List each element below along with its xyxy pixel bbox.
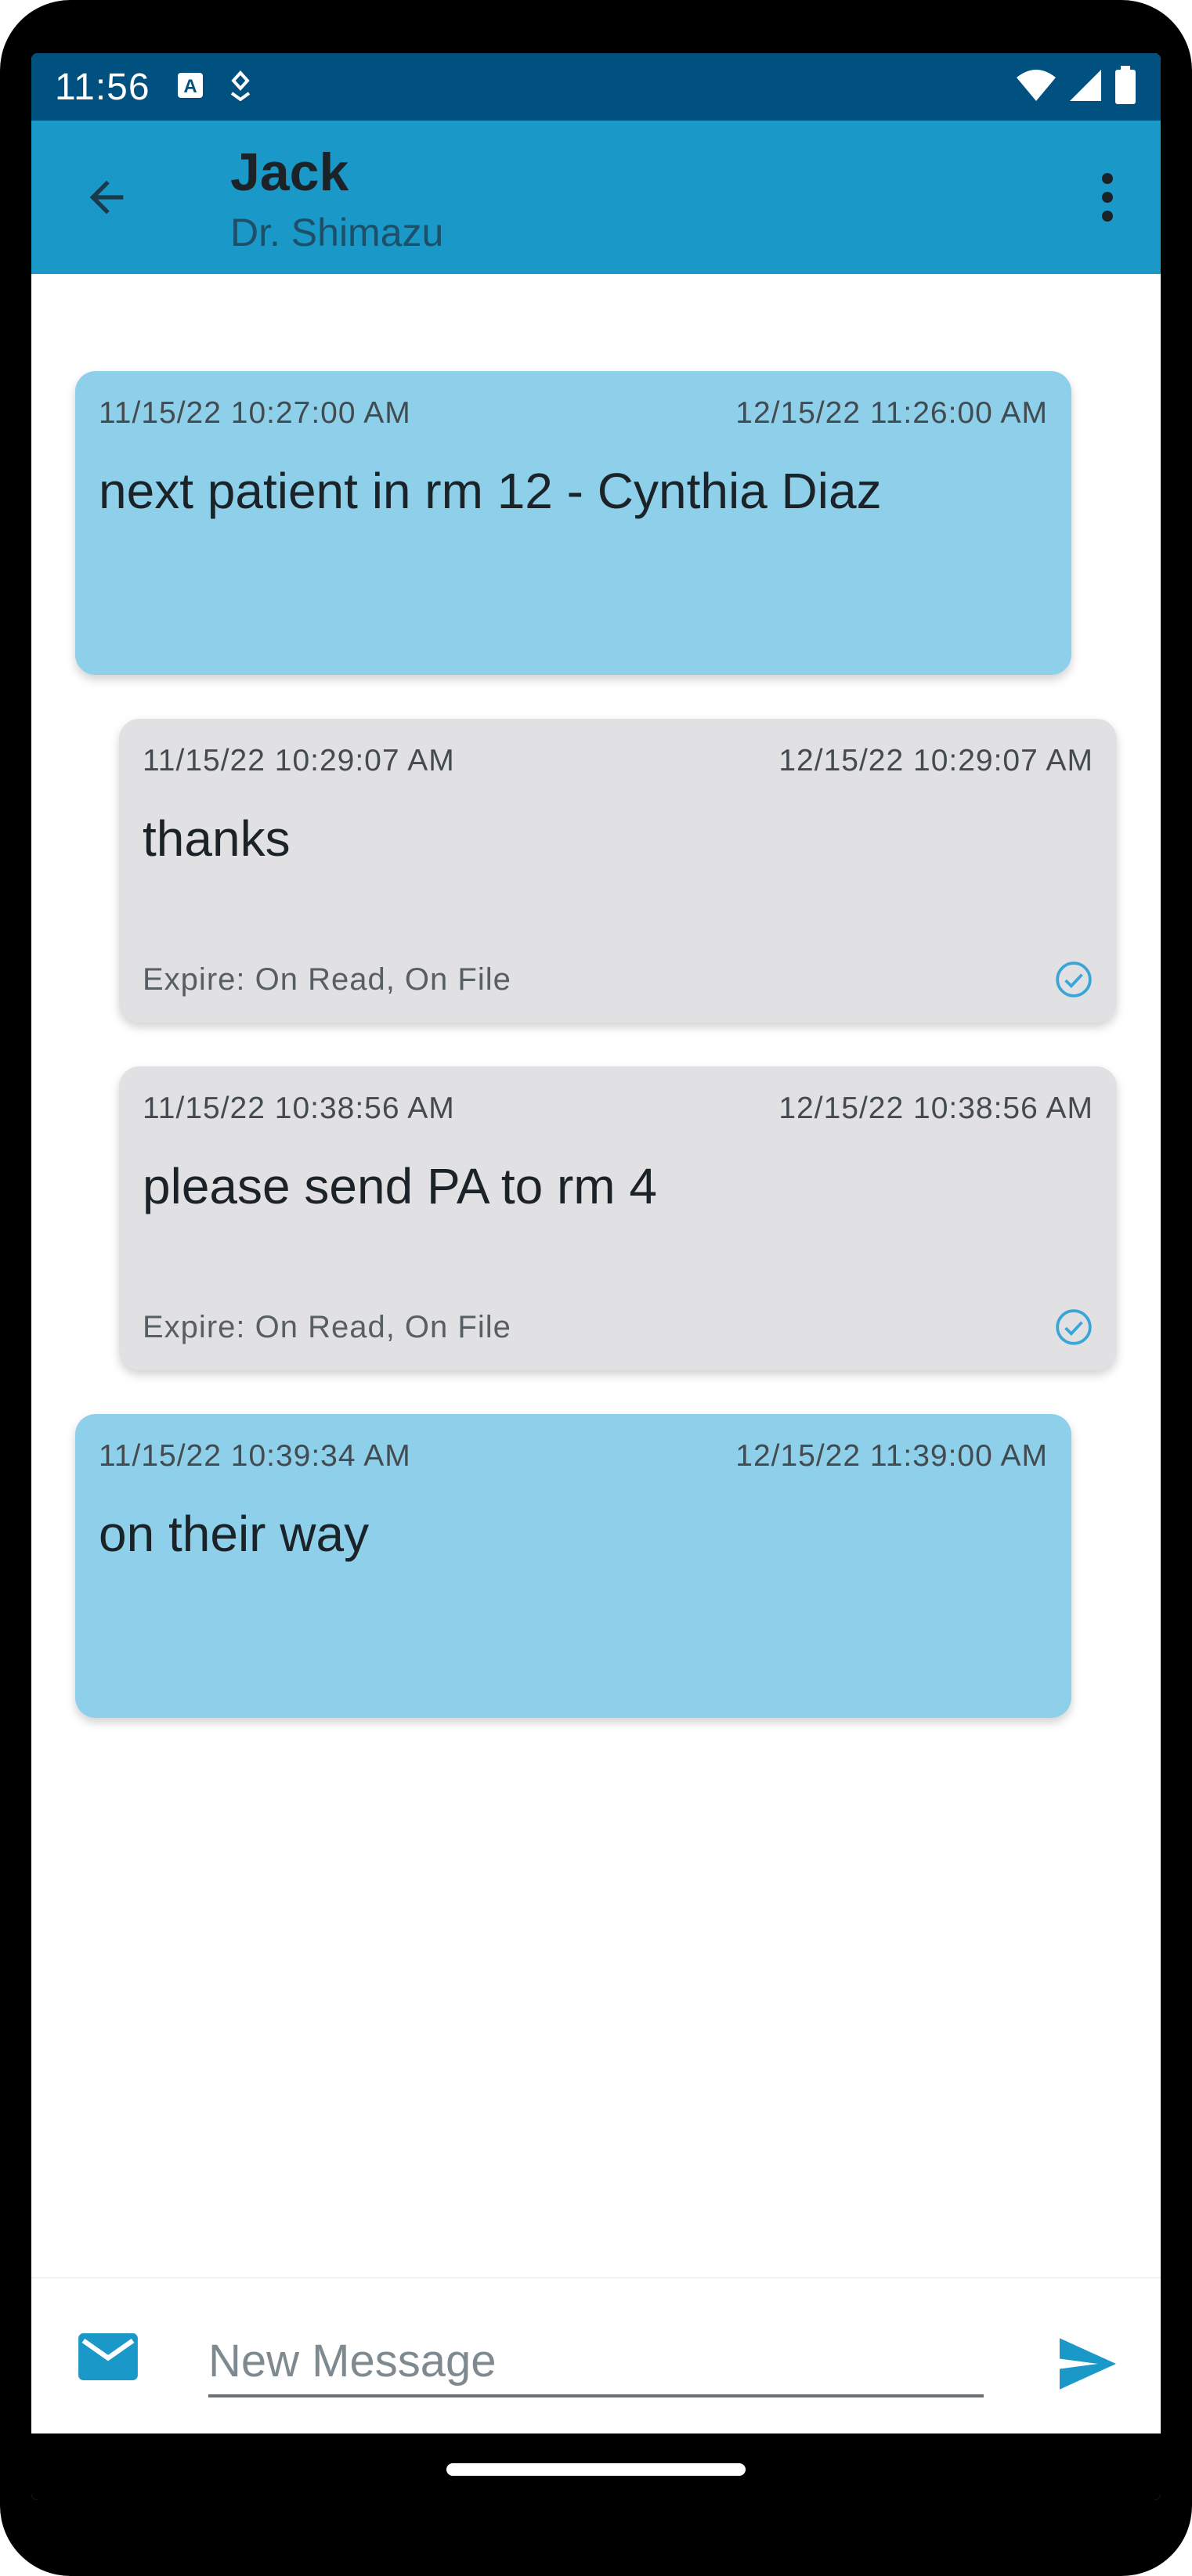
check-circle-icon	[1056, 1309, 1092, 1345]
message-text: thanks	[143, 810, 291, 867]
location-icon	[227, 70, 254, 105]
text-a-icon: A	[177, 72, 204, 103]
dot	[1102, 211, 1113, 222]
message-expire-time: 12/15/22 11:39:00 AM	[735, 1439, 1048, 1473]
dot	[1102, 192, 1113, 203]
message-expire-rule: Expire: On Read, On File	[143, 1309, 511, 1344]
message-bubble-sent[interactable]: 11/15/22 10:27:00 AM 12/15/22 11:26:00 A…	[75, 371, 1071, 675]
contact-name: Jack	[230, 143, 349, 202]
mail-icon[interactable]	[78, 2333, 138, 2384]
new-message-input[interactable]	[208, 2327, 984, 2397]
message-sent-time: 11/15/22 10:39:34 AM	[99, 1439, 411, 1473]
message-expire-time: 12/15/22 10:29:07 AM	[778, 744, 1093, 777]
message-text: on their way	[99, 1506, 370, 1562]
arrow-back-icon	[89, 180, 124, 215]
message-sent-time: 11/15/22 10:29:07 AM	[143, 744, 455, 777]
status-time: 11:56	[55, 66, 150, 108]
phone-frame: 11:56 A Jack Dr. Shimazu 11/15/22 10:27:…	[0, 0, 1192, 2576]
message-bubble-received[interactable]: 11/15/22 10:38:56 AM 12/15/22 10:38:56 A…	[119, 1066, 1117, 1370]
battery-icon	[1114, 65, 1137, 109]
check-circle-icon	[1056, 961, 1092, 998]
status-bar: 11:56 A	[31, 53, 1161, 121]
dot	[1102, 173, 1113, 184]
message-bubble-sent[interactable]: 11/15/22 10:39:34 AM 12/15/22 11:39:00 A…	[75, 1414, 1071, 1718]
contact-subtitle: Dr. Shimazu	[230, 210, 444, 254]
message-text: next patient in rm 12 - Cynthia Diaz	[99, 463, 882, 519]
send-icon	[1060, 2338, 1116, 2390]
message-expire-rule: Expire: On Read, On File	[143, 961, 511, 997]
more-options-button[interactable]	[1084, 164, 1131, 230]
navigation-bar	[31, 2433, 1161, 2500]
screen: 11:56 A Jack Dr. Shimazu 11/15/22 10:27:…	[31, 53, 1161, 2500]
message-text: please send PA to rm 4	[143, 1158, 657, 1214]
compose-bar	[31, 2277, 1161, 2433]
message-sent-time: 11/15/22 10:27:00 AM	[99, 396, 411, 430]
wifi-icon	[1015, 68, 1057, 106]
message-bubble-received[interactable]: 11/15/22 10:29:07 AM 12/15/22 10:29:07 A…	[119, 719, 1117, 1023]
signal-icon	[1068, 68, 1103, 106]
message-expire-time: 12/15/22 11:26:00 AM	[735, 396, 1048, 430]
message-expire-time: 12/15/22 10:38:56 AM	[778, 1091, 1093, 1125]
home-gesture-handle[interactable]	[446, 2463, 746, 2476]
app-bar: Jack Dr. Shimazu	[31, 121, 1161, 274]
svg-text:A: A	[183, 76, 197, 97]
message-sent-time: 11/15/22 10:38:56 AM	[143, 1091, 455, 1125]
send-button[interactable]	[1053, 2329, 1123, 2399]
back-button[interactable]	[77, 168, 136, 227]
conversation-header: Jack Dr. Shimazu	[230, 141, 443, 255]
